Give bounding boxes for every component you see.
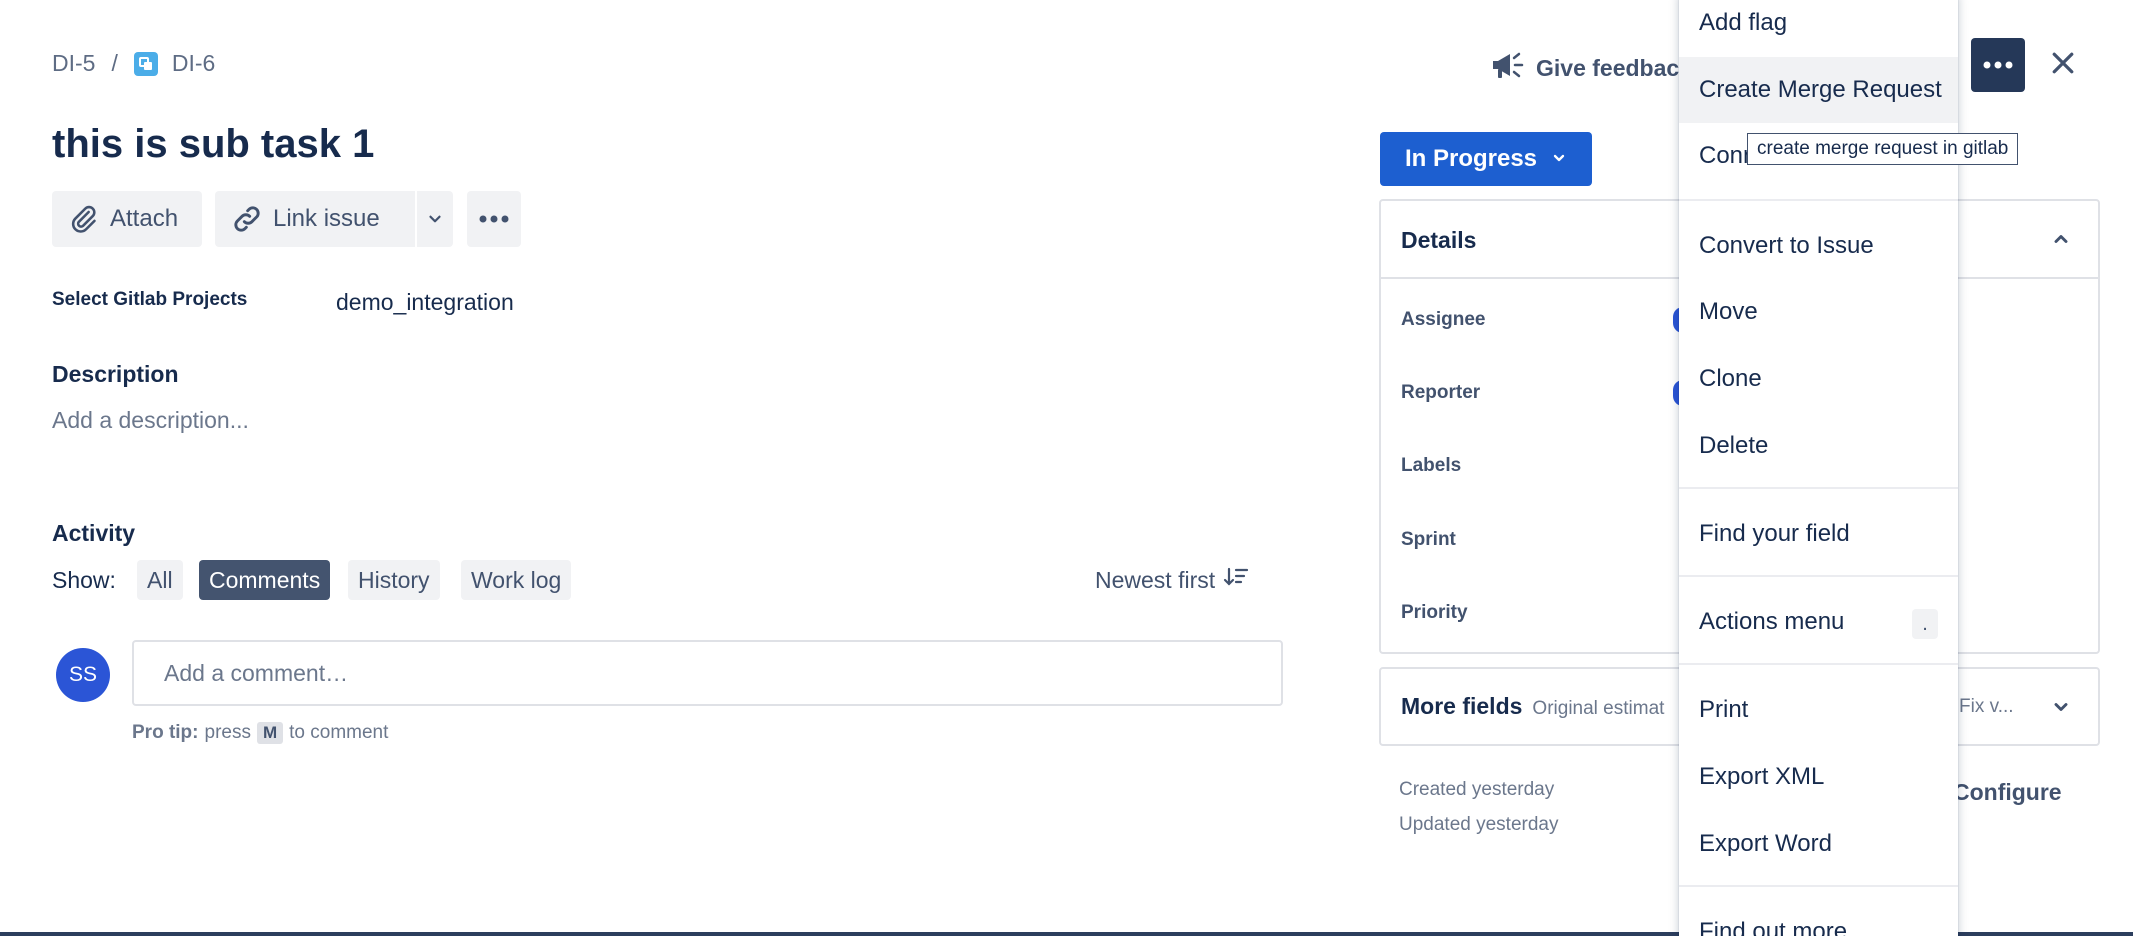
- menu-item-create-merge-request[interactable]: Create Merge Request: [1679, 57, 1958, 123]
- issue-view-modal: DI-5 / DI-6 this is sub task 1 Attach Li…: [0, 0, 2133, 936]
- assignee-label: Assignee: [1401, 309, 1486, 330]
- priority-label: Priority: [1401, 602, 1468, 623]
- labels-label: Labels: [1401, 455, 1462, 476]
- menu-item-find-out-more[interactable]: Find out more: [1679, 899, 1958, 936]
- menu-divider: [1679, 575, 1958, 577]
- issue-actions-button[interactable]: [1971, 38, 2025, 92]
- show-label: Show:: [52, 567, 116, 593]
- link-icon: [231, 203, 263, 235]
- sort-descending-icon: [1223, 566, 1249, 594]
- filter-all-chip[interactable]: All: [137, 560, 183, 600]
- avatar: SS: [56, 648, 110, 702]
- chevron-up-icon: [2051, 229, 2071, 254]
- breadcrumb: DI-5 / DI-6: [52, 50, 215, 77]
- breadcrumb-current-link[interactable]: DI-6: [172, 50, 215, 77]
- breadcrumb-separator: /: [111, 50, 118, 76]
- pro-tip-text-1: press: [204, 722, 251, 743]
- chevron-down-icon: [2051, 697, 2071, 722]
- menu-item-delete[interactable]: Delete: [1679, 413, 1958, 479]
- subtask-icon: [133, 51, 158, 76]
- issue-title[interactable]: this is sub task 1: [52, 122, 374, 167]
- ellipsis-icon: [1983, 56, 2013, 74]
- reporter-label: Reporter: [1401, 382, 1481, 403]
- comment-input[interactable]: Add a comment…: [132, 640, 1283, 706]
- link-issue-button[interactable]: Link issue: [231, 191, 415, 247]
- attach-label: Attach: [110, 205, 179, 232]
- details-heading: Details: [1401, 227, 1477, 253]
- pro-tip-text-2: to comment: [289, 722, 389, 743]
- give-feedback-button[interactable]: Give feedback: [1490, 49, 1692, 87]
- menu-item-export-word[interactable]: Export Word: [1679, 811, 1958, 877]
- more-fields-hint: Original estimat: [1532, 698, 1665, 719]
- menu-divider: [1679, 663, 1958, 665]
- menu-divider: [1679, 199, 1958, 201]
- megaphone-icon: [1490, 49, 1524, 87]
- sprint-label: Sprint: [1401, 529, 1456, 550]
- sort-toggle[interactable]: Newest first: [1095, 566, 1249, 594]
- menu-item-add-flag[interactable]: Add flag: [1679, 0, 1958, 56]
- filter-worklog-chip[interactable]: Work log: [461, 560, 572, 600]
- actions-menu-label: Actions menu: [1699, 608, 1845, 635]
- status-label: In Progress: [1404, 145, 1538, 172]
- activity-heading: Activity: [52, 520, 136, 546]
- pro-tip-label: Pro tip:: [132, 722, 199, 743]
- breadcrumb-parent-link[interactable]: DI-5: [52, 50, 95, 77]
- link-issue-dropdown-button[interactable]: [417, 191, 453, 247]
- paperclip-icon: [70, 205, 98, 233]
- give-feedback-label: Give feedback: [1536, 54, 1692, 81]
- merge-request-tooltip: create merge request in gitlab: [1747, 133, 2019, 165]
- configure-label: Configure: [1953, 779, 2062, 805]
- pro-tip-key: M: [256, 722, 284, 744]
- close-button[interactable]: [2042, 44, 2084, 86]
- more-fields-hint-right: Fix v...: [1959, 696, 2014, 717]
- filter-history-chip[interactable]: History: [348, 560, 440, 600]
- menu-item-export-xml[interactable]: Export XML: [1679, 744, 1958, 810]
- ellipsis-icon: [479, 215, 509, 223]
- attach-button[interactable]: Attach: [52, 191, 202, 247]
- filter-comments-chip[interactable]: Comments: [199, 560, 331, 600]
- menu-item-move[interactable]: Move: [1679, 279, 1958, 345]
- description-heading: Description: [52, 361, 179, 387]
- menu-item-convert-to-issue[interactable]: Convert to Issue: [1679, 213, 1958, 279]
- menu-item-clone[interactable]: Clone: [1679, 346, 1958, 412]
- sort-label: Newest first: [1095, 566, 1216, 593]
- more-fields-heading: More fields: [1401, 693, 1523, 719]
- menu-divider: [1679, 885, 1958, 887]
- updated-timestamp: Updated yesterday: [1399, 814, 1559, 835]
- menu-item-actions-menu[interactable]: Actions menu .: [1679, 589, 1958, 655]
- actions-menu-shortcut: .: [1912, 609, 1938, 639]
- status-dropdown-button[interactable]: In Progress: [1380, 132, 1592, 186]
- description-placeholder[interactable]: Add a description...: [52, 407, 249, 434]
- created-timestamp: Created yesterday: [1399, 779, 1555, 800]
- menu-divider: [1679, 487, 1958, 489]
- comment-placeholder: Add a comment…: [164, 659, 349, 686]
- pro-tip: Pro tip: press M to comment: [132, 722, 388, 744]
- chevron-down-icon: [426, 210, 444, 228]
- gitlab-projects-label: Select Gitlab Projects: [52, 289, 248, 310]
- more-actions-button[interactable]: [467, 191, 521, 247]
- close-icon: [2048, 48, 2078, 83]
- menu-item-print[interactable]: Print: [1679, 677, 1958, 743]
- more-fields-header: More fields Original estimat: [1401, 693, 1664, 720]
- link-issue-button-group: Link issue: [215, 191, 453, 247]
- menu-item-find-your-field[interactable]: Find your field: [1679, 501, 1958, 567]
- gitlab-projects-value[interactable]: demo_integration: [336, 289, 514, 316]
- link-issue-label: Link issue: [273, 205, 380, 232]
- chevron-down-icon: [1551, 145, 1567, 173]
- configure-button[interactable]: Configure: [1953, 779, 2062, 806]
